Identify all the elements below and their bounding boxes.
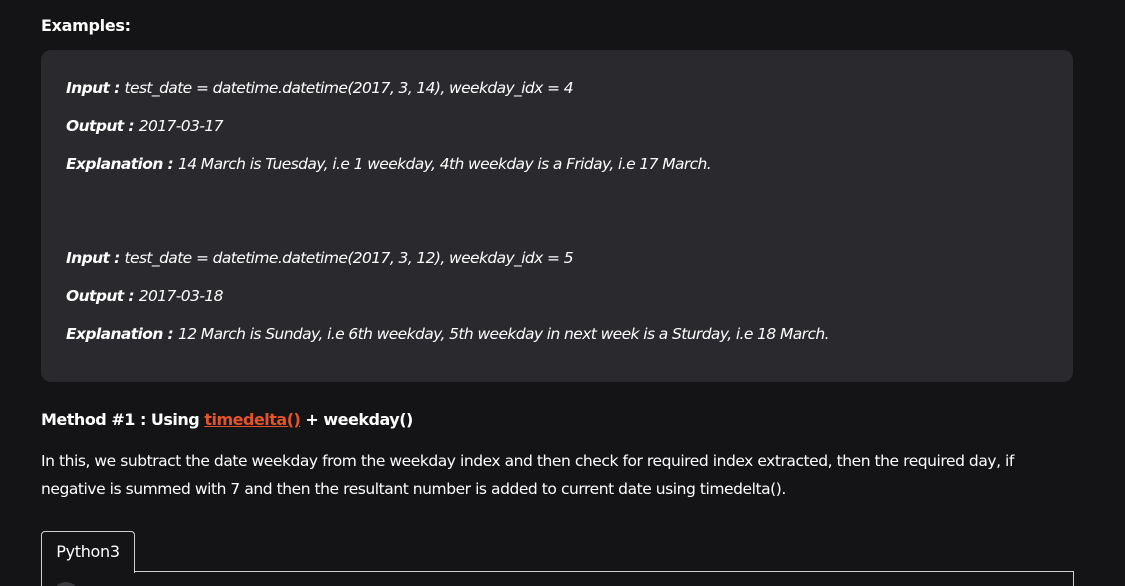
example-2-explanation: Explanation : 12 March is Sunday, i.e 6t… (66, 325, 830, 343)
examples-box: Input : test_date = datetime.datetime(20… (41, 50, 1073, 382)
example-2-output: Output : 2017-03-18 (66, 287, 223, 305)
example-2-input: Input : test_date = datetime.datetime(20… (66, 249, 574, 267)
example-1-output: Output : 2017-03-17 (66, 117, 223, 135)
method-suffix: + weekday() (300, 410, 413, 429)
output-label: Output : (66, 287, 139, 305)
input-label: Input : (66, 79, 125, 97)
method-title: Method #1 : Using timedelta() + weekday(… (41, 410, 413, 429)
explanation-label: Explanation : (66, 155, 178, 173)
input-value: test_date = datetime.datetime(2017, 3, 1… (124, 249, 574, 267)
examples-heading: Examples: (41, 16, 131, 35)
code-block (41, 571, 1074, 586)
example-1-input: Input : test_date = datetime.datetime(20… (66, 79, 574, 97)
explanation-value: 12 March is Sunday, i.e 6th weekday, 5th… (177, 325, 830, 343)
explanation-value: 14 March is Tuesday, i.e 1 weekday, 4th … (177, 155, 712, 173)
output-value: 2017-03-17 (138, 117, 224, 135)
tab-python3[interactable]: Python3 (41, 531, 135, 573)
timedelta-link[interactable]: timedelta() (204, 410, 301, 429)
method-description: In this, we subtract the date weekday fr… (41, 452, 1014, 498)
output-label: Output : (66, 117, 139, 135)
explanation-label: Explanation : (66, 325, 178, 343)
input-value: test_date = datetime.datetime(2017, 3, 1… (124, 79, 574, 97)
output-value: 2017-03-18 (138, 287, 224, 305)
method-prefix: Method #1 : Using (41, 410, 205, 429)
example-1-explanation: Explanation : 14 March is Tuesday, i.e 1… (66, 155, 712, 173)
input-label: Input : (66, 249, 125, 267)
